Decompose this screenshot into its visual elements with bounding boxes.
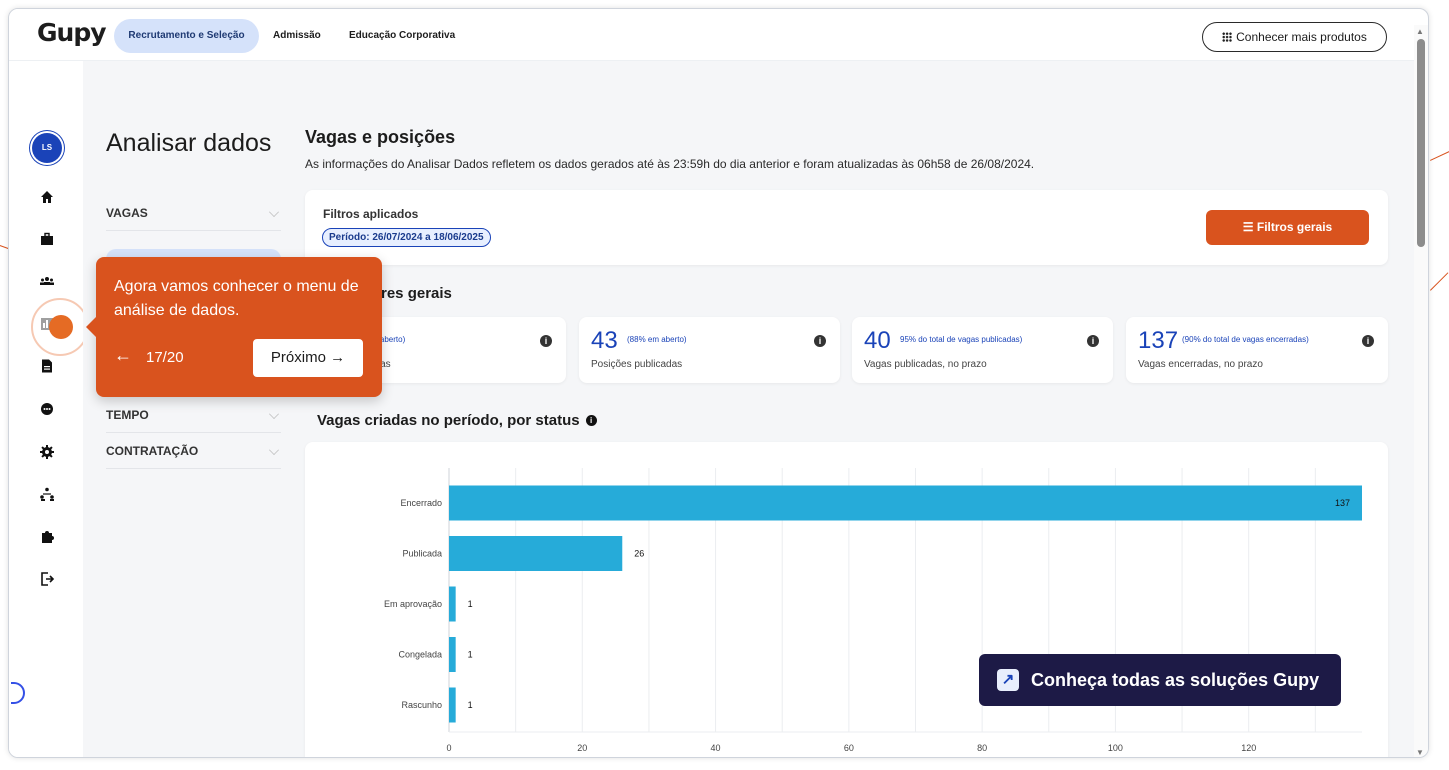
external-link-icon: ↗: [997, 669, 1019, 691]
tour-text: Agora vamos conhecer o menu de análise d…: [114, 278, 359, 319]
submenu-vagas[interactable]: VAGAS: [106, 195, 281, 231]
page-title: Analisar dados: [106, 129, 272, 157]
products-button[interactable]: Conhecer mais produtos: [1202, 22, 1387, 52]
general-filters-label: Filtros gerais: [1256, 220, 1333, 234]
gupy-logo[interactable]: Gupy: [37, 18, 107, 47]
bar: [449, 536, 623, 571]
top-navigation: Gupy Recrutamento e Seleção Admissão Edu…: [9, 9, 1414, 61]
kpi-label: Posições publicadas: [591, 359, 683, 370]
chart-card: 0 20 40 60 80 100 120 Encerrado 137 Publicada 26 Em…: [305, 442, 1388, 757]
x-tick-label: 20: [577, 743, 587, 753]
status-bar-chart: 0 20 40 60 80 100 120 Encerrado 137 Publicada 26 Em…: [384, 468, 1362, 753]
kpi-note: (90% do total de vagas encerradas): [1182, 335, 1309, 344]
kpi-label: Vagas publicadas, no prazo: [864, 359, 987, 370]
submenu-label: CONTRATAÇÃO: [106, 444, 199, 458]
puzzle-icon[interactable]: [39, 529, 55, 545]
category-label: Rascunho: [401, 700, 442, 710]
scrollbar[interactable]: ▲ ▼: [1414, 25, 1428, 757]
org-chart-icon[interactable]: [39, 486, 55, 502]
scrollbar-thumb[interactable]: [1417, 39, 1425, 247]
tour-step-counter: 17/20: [146, 349, 184, 366]
kpi-label: Vagas encerradas, no prazo: [1138, 359, 1263, 370]
info-icon[interactable]: i: [585, 415, 597, 426]
back-arrow-icon[interactable]: ←: [114, 345, 132, 366]
data-label: 1: [468, 700, 473, 710]
category-label: Publicada: [402, 549, 442, 559]
bar: [449, 586, 456, 622]
logout-icon[interactable]: [39, 571, 55, 587]
submenu-contratacao[interactable]: CONTRATAÇÃO: [106, 433, 281, 469]
filter-icon: ☰: [1242, 220, 1257, 234]
x-tick-label: 80: [977, 743, 987, 753]
indicators-heading: res gerais: [381, 285, 452, 302]
info-icon[interactable]: i: [814, 335, 826, 347]
submenu-label: VAGAS: [106, 206, 148, 220]
category-label: Encerrado: [400, 498, 442, 508]
general-filters-button[interactable]: ☰ Filtros gerais: [1206, 210, 1369, 245]
x-tick-label: 60: [844, 743, 854, 753]
kpi-note: 95% do total de vagas publicadas): [900, 335, 1023, 344]
bar: [449, 485, 1362, 521]
filters-title: Filtros aplicados: [323, 207, 419, 221]
x-tick-label: 0: [446, 743, 451, 753]
info-icon[interactable]: i: [1362, 335, 1374, 347]
next-button[interactable]: Próximo →: [253, 339, 363, 377]
kpi-value: 137: [1138, 327, 1179, 354]
category-label: Congelada: [398, 650, 442, 660]
filters-card: Filtros aplicados Período: 26/07/2024 a …: [305, 190, 1388, 265]
nav-educacao-corporativa[interactable]: Educação Corporativa: [349, 19, 455, 53]
kpi-note: (88% em aberto): [627, 335, 687, 344]
bar: [449, 687, 456, 723]
bar: [449, 637, 456, 672]
kpi-card: 40 95% do total de vagas publicadas) Vag…: [852, 317, 1113, 383]
tooltip-arrow: [86, 317, 96, 337]
x-tick-label: 40: [711, 743, 721, 753]
chevron-down-icon: [269, 445, 279, 455]
tour-hotspot[interactable]: [49, 315, 73, 339]
data-label: 137: [1335, 498, 1350, 508]
section-heading: Vagas e posições: [305, 127, 456, 147]
submenu-tempo[interactable]: TEMPO: [106, 397, 281, 433]
decorative-line: [1430, 272, 1449, 291]
info-icon[interactable]: i: [1087, 335, 1099, 347]
chart-heading-text: Vagas criadas no período, por status: [317, 412, 580, 429]
x-tick-label: 120: [1241, 743, 1256, 753]
nav-admissao[interactable]: Admissão: [273, 19, 321, 53]
decorative-line: [1430, 149, 1449, 161]
people-icon[interactable]: [39, 273, 55, 289]
scroll-up-icon[interactable]: ▲: [1416, 27, 1424, 36]
kpi-card: 43 (88% em aberto) Posições publicadas i: [579, 317, 840, 383]
data-label: 26: [634, 549, 644, 559]
period-chip[interactable]: Período: 26/07/2024 a 18/06/2025: [322, 228, 491, 247]
kpi-value: 43: [591, 327, 618, 354]
data-update-info: As informações do Analisar Dados reflete…: [305, 157, 1035, 171]
kpi-value: 40: [864, 327, 891, 354]
chevron-down-icon: [269, 207, 279, 217]
avatar[interactable]: LS: [32, 133, 62, 163]
chat-icon[interactable]: [39, 401, 55, 417]
solutions-cta-label: Conheça todas as soluções Gupy: [1031, 670, 1320, 690]
document-icon[interactable]: [39, 358, 55, 374]
submenu-label: TEMPO: [106, 408, 149, 422]
grid-icon: [1222, 32, 1233, 42]
products-button-label: Conhecer mais produtos: [1236, 30, 1367, 44]
chart-heading: Vagas criadas no período, por status i: [317, 412, 597, 429]
scroll-down-icon[interactable]: ▼: [1416, 748, 1424, 757]
chevron-down-icon: [269, 409, 279, 419]
home-icon[interactable]: [39, 189, 55, 205]
browser-frame: Gupy Recrutamento e Seleção Admissão Edu…: [8, 8, 1429, 758]
info-icon[interactable]: i: [540, 335, 552, 347]
gear-icon[interactable]: [39, 444, 55, 460]
tour-tooltip: Agora vamos conhecer o menu de análise d…: [86, 257, 382, 397]
briefcase-icon[interactable]: [39, 231, 55, 247]
solutions-cta[interactable]: ↗ Conheça todas as soluções Gupy: [979, 654, 1341, 706]
x-tick-label: 100: [1108, 743, 1123, 753]
kpi-card: 137 (90% do total de vagas encerradas) V…: [1126, 317, 1388, 383]
data-label: 1: [468, 650, 473, 660]
category-label: Em aprovação: [384, 599, 442, 609]
data-label: 1: [468, 599, 473, 609]
nav-recrutamento-selecao[interactable]: Recrutamento e Seleção: [114, 19, 259, 53]
